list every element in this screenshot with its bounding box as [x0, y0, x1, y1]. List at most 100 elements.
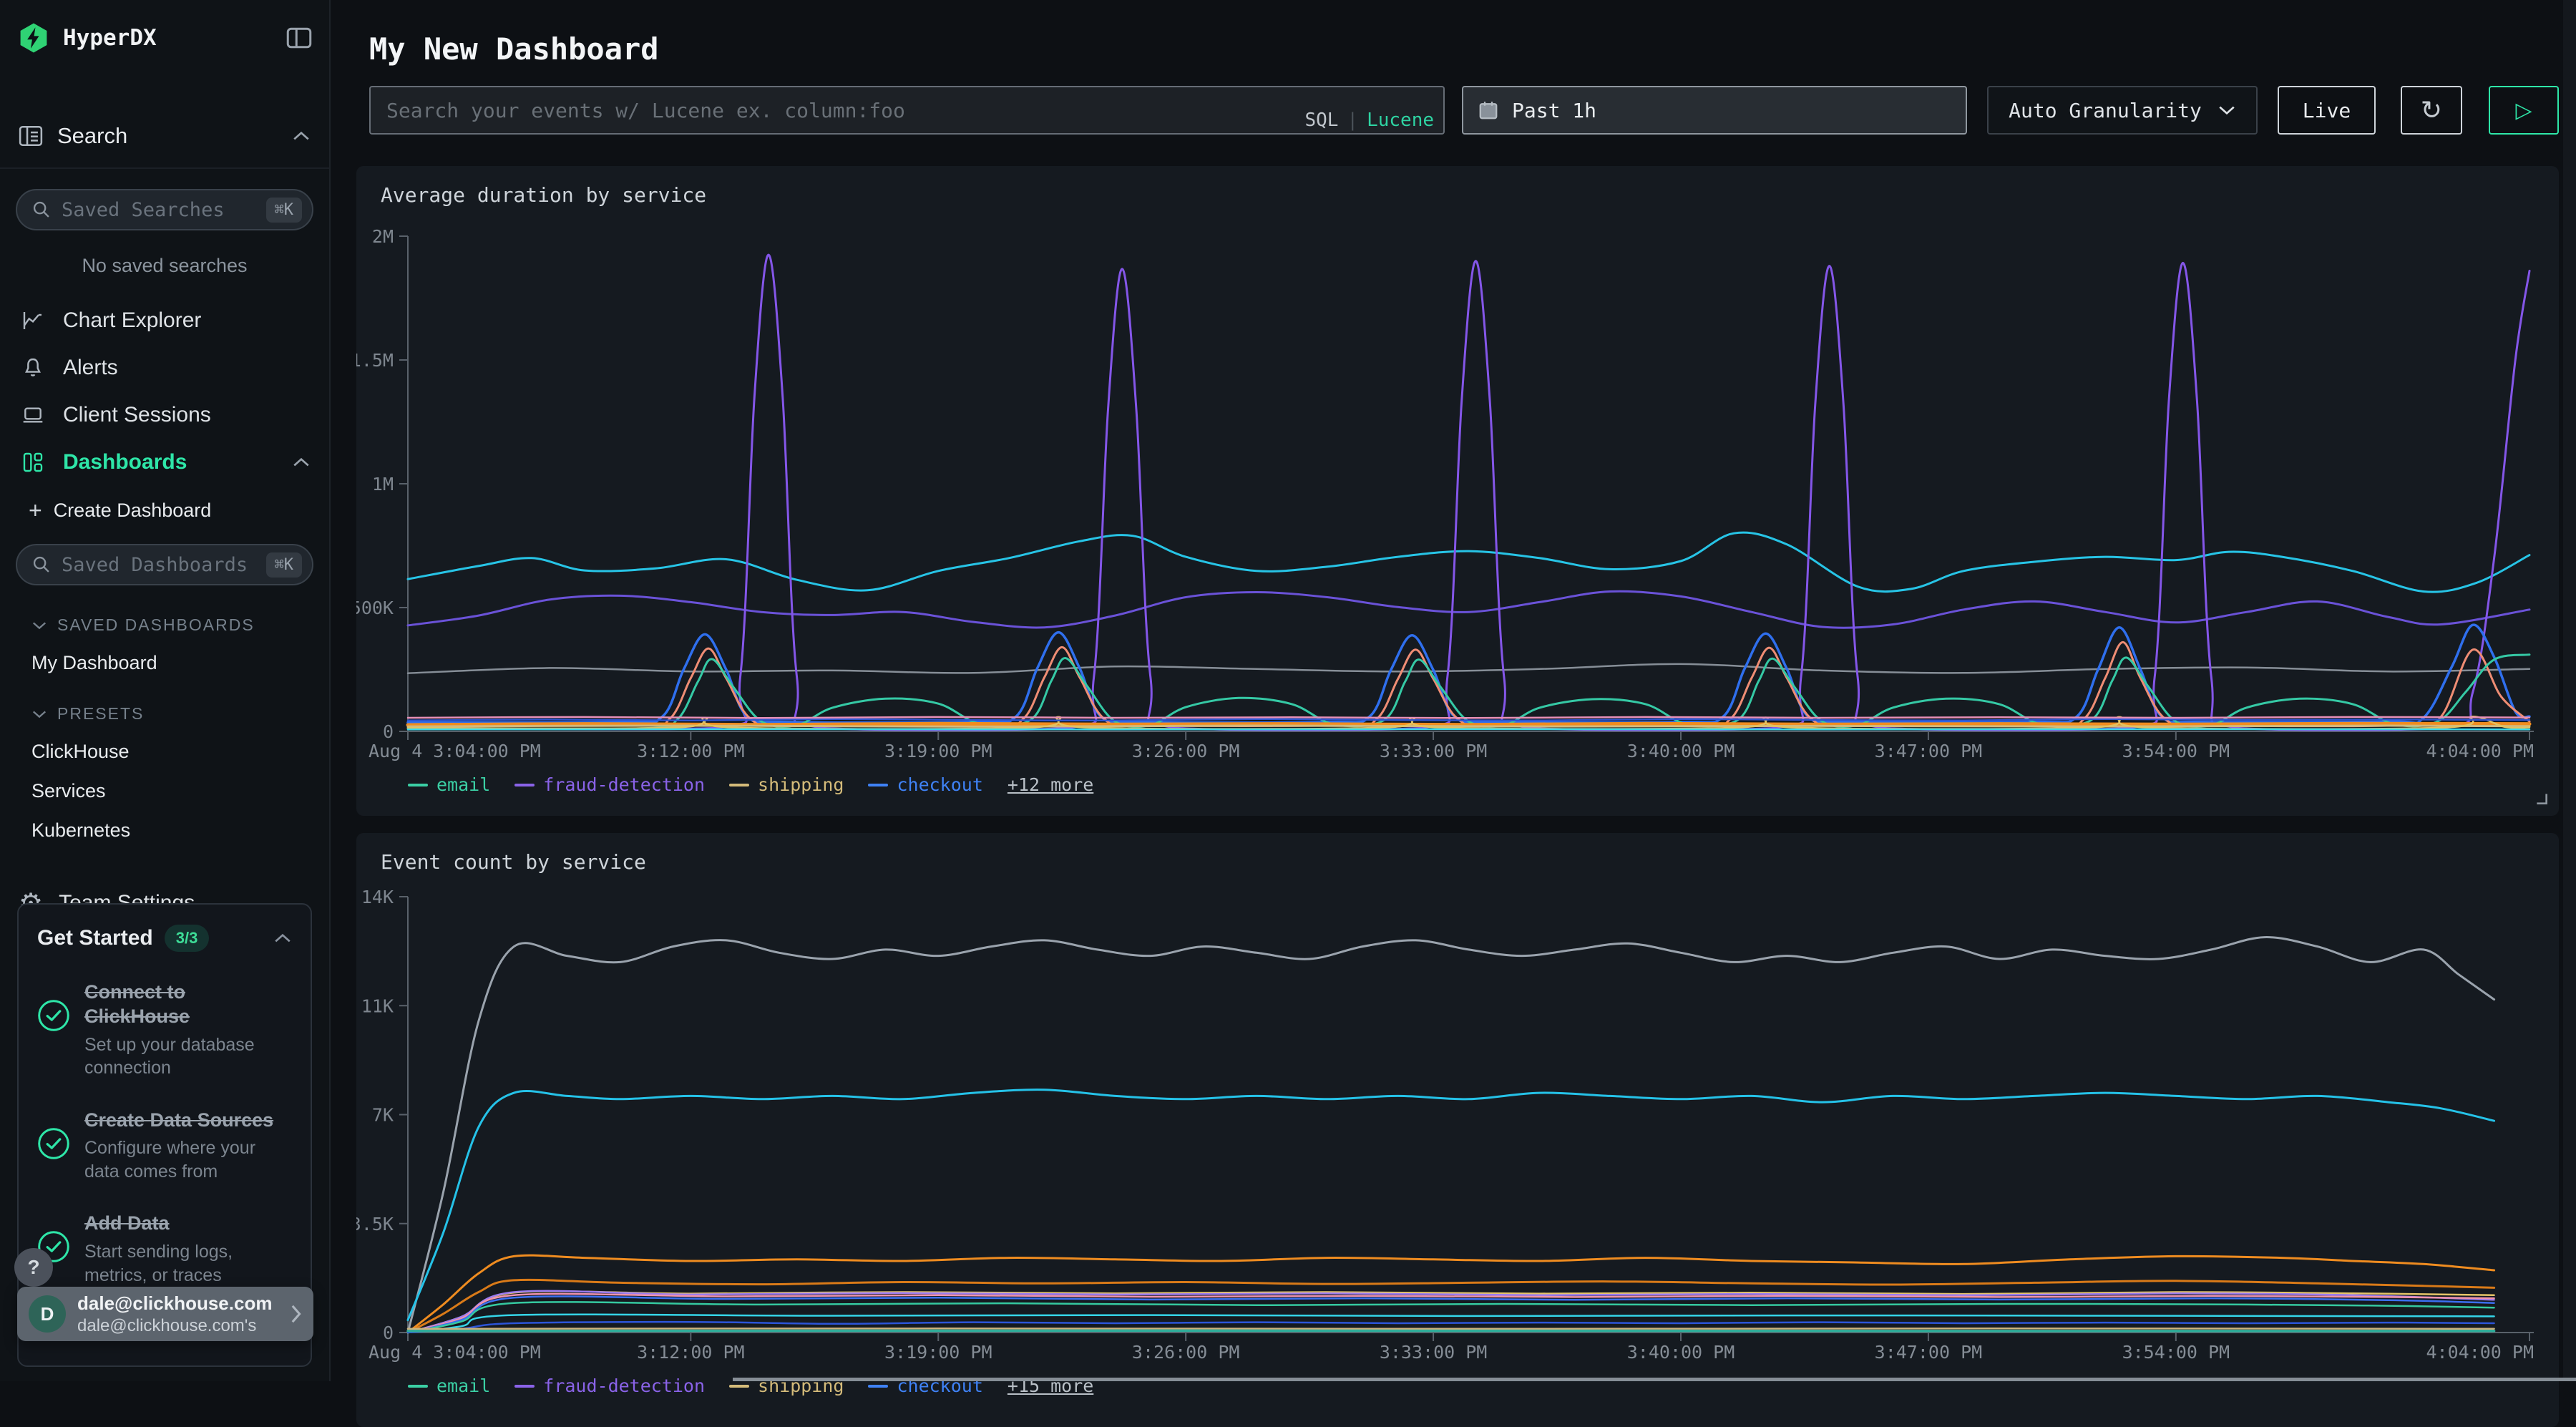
sidebar-item-chart-explorer[interactable]: Chart Explorer: [0, 297, 329, 344]
logo-row: HyperDX: [0, 0, 329, 54]
legend-item-email[interactable]: email: [408, 1375, 490, 1396]
hyperdx-logo-icon: [17, 21, 50, 54]
time-range-picker[interactable]: Past 1h: [1462, 86, 1967, 135]
user-menu[interactable]: D dale@clickhouse.com dale@clickhouse.co…: [17, 1287, 313, 1341]
legend-label: shipping: [758, 774, 844, 795]
x-tick-label: 3:47:00 PM: [1875, 1342, 1983, 1363]
play-icon: ▷: [2515, 98, 2532, 123]
chart-legend: email fraud-detection shipping checkout +12…: [408, 774, 1093, 795]
run-query-button[interactable]: ▷: [2489, 86, 2559, 135]
y-tick-label: 11K: [361, 995, 394, 1016]
y-tick-label: 3.5K: [356, 1214, 394, 1234]
legend-item-email[interactable]: email: [408, 774, 490, 795]
chart-plot[interactable]: 14K11K7K3.5K0Aug 4 3:04:00 PM3:12:00 PM3…: [356, 833, 2559, 1427]
legend-more-link[interactable]: +12 more: [1008, 774, 1093, 795]
series-gray-total: [408, 937, 2494, 1333]
granularity-select[interactable]: Auto Granularity: [1987, 86, 2258, 135]
legend-label: checkout: [897, 774, 982, 795]
app-title: HyperDX: [63, 25, 273, 51]
x-tick-label: 3:47:00 PM: [1875, 741, 1983, 761]
sidebar-item-dashboards[interactable]: Dashboards: [0, 439, 329, 486]
series-tan: [408, 1328, 2494, 1329]
series-blue2: [408, 719, 2529, 721]
saved-searches-placeholder: Saved Searches: [62, 199, 256, 221]
sidebar-item-alerts[interactable]: Alerts: [0, 344, 329, 391]
group-saved-dashboards[interactable]: SAVED DASHBOARDS: [31, 615, 329, 635]
get-started-step-sources[interactable]: Create Data Sources Configure where your…: [37, 1109, 292, 1184]
legend-label: email: [436, 774, 490, 795]
step-desc: Start sending logs, metrics, or traces: [84, 1240, 292, 1287]
step-title: Connect to ClickHouse: [84, 980, 292, 1029]
step-title: Create Data Sources: [84, 1109, 292, 1133]
main-content: My New Dashboard SQL | Lucene Past 1h Au…: [332, 0, 2576, 1381]
bell-icon: [19, 356, 47, 379]
y-tick-label: 1M: [372, 474, 394, 495]
sidebar-item-label: Chart Explorer: [63, 308, 311, 333]
chart-panel-event-count: Event count by service 14K11K7K3.5K0Aug …: [356, 833, 2559, 1427]
user-email: dale@clickhouse.com: [77, 1292, 278, 1315]
plus-icon: +: [29, 497, 42, 524]
panel-resize-handle[interactable]: [2534, 792, 2549, 806]
legend-item-fraud-detection[interactable]: fraud-detection: [514, 1375, 705, 1396]
sidebar-item-kubernetes[interactable]: Kubernetes: [31, 819, 329, 842]
vertical-scrollbar-track[interactable]: [2563, 0, 2576, 1381]
get-started-step-connect[interactable]: Connect to ClickHouse Set up your databa…: [37, 980, 292, 1080]
sidebar-item-my-dashboard[interactable]: My Dashboard: [31, 652, 329, 674]
sidebar-item-label: Dashboards: [63, 450, 276, 474]
legend-swatch: [729, 1385, 749, 1388]
step-title: Add Data: [84, 1212, 292, 1236]
sidebar-item-services[interactable]: Services: [31, 780, 329, 802]
legend-swatch: [408, 1385, 428, 1388]
sidebar-item-label: Alerts: [63, 356, 311, 380]
legend-label: fraud-detection: [543, 774, 705, 795]
chevron-up-icon[interactable]: [292, 457, 311, 468]
y-tick-label: 500K: [356, 598, 394, 618]
legend-item-checkout[interactable]: checkout: [868, 774, 982, 795]
saved-dashboards-input[interactable]: Saved Dashboards ⌘K: [16, 544, 313, 585]
sidebar-item-clickhouse[interactable]: ClickHouse: [31, 741, 329, 763]
legend-item-fraud-detection[interactable]: fraud-detection: [514, 774, 705, 795]
refresh-button[interactable]: ↻: [2401, 86, 2462, 135]
group-presets[interactable]: PRESETS: [31, 704, 329, 724]
series-cyan: [408, 1090, 2494, 1320]
search-section-icon: [19, 125, 43, 147]
sidebar: HyperDX Search Saved Searches ⌘K No save…: [0, 0, 331, 1381]
sidebar-item-search[interactable]: Search: [0, 115, 329, 157]
x-tick-label: 3:33:00 PM: [1380, 741, 1488, 761]
horizontal-scrollbar[interactable]: [733, 1378, 2576, 1381]
step-desc: Set up your database connection: [84, 1033, 292, 1080]
saved-searches-input[interactable]: Saved Searches ⌘K: [16, 189, 313, 230]
chevron-up-icon[interactable]: [292, 130, 311, 142]
x-tick-label: 3:12:00 PM: [637, 1342, 745, 1363]
sidebar-item-label: Client Sessions: [63, 403, 311, 427]
chevron-down-icon: [31, 709, 47, 719]
sql-toggle[interactable]: SQL: [1304, 109, 1338, 131]
shortcut-badge: ⌘K: [266, 198, 303, 223]
sidebar-divider: [0, 167, 329, 169]
search-icon: [31, 555, 52, 575]
chevron-up-icon[interactable]: [273, 932, 292, 944]
group-label: PRESETS: [57, 704, 144, 724]
chart-panel-avg-duration: Average duration by service 2M1.5M1M500K…: [356, 166, 2559, 816]
x-tick-label: 3:40:00 PM: [1627, 1342, 1735, 1363]
chevron-down-icon: [31, 620, 47, 630]
help-button[interactable]: ?: [14, 1248, 53, 1287]
y-tick-label: 0: [383, 1323, 394, 1343]
chart-explorer-icon: [19, 309, 47, 332]
live-button[interactable]: Live: [2278, 86, 2376, 135]
lucene-toggle[interactable]: Lucene: [1367, 109, 1434, 131]
get-started-step-add-data[interactable]: Add Data Start sending logs, metrics, or…: [37, 1212, 292, 1287]
refresh-icon: ↻: [2421, 96, 2442, 125]
legend-item-shipping[interactable]: shipping: [729, 774, 844, 795]
create-dashboard-button[interactable]: + Create Dashboard: [29, 497, 329, 524]
legend-swatch: [868, 784, 888, 786]
sidebar-item-label: Search: [57, 123, 278, 149]
chart-plot[interactable]: 2M1.5M1M500K0Aug 4 3:04:00 PM3:12:00 PM3…: [356, 166, 2559, 816]
granularity-value: Auto Granularity: [2009, 99, 2202, 122]
sidebar-item-client-sessions[interactable]: Client Sessions: [0, 391, 329, 439]
sidebar-collapse-icon[interactable]: [286, 27, 312, 49]
get-started-progress-badge: 3/3: [165, 925, 210, 952]
group-label: SAVED DASHBOARDS: [57, 615, 255, 635]
user-org: dale@clickhouse.com's: [77, 1316, 278, 1336]
check-circle-icon: [37, 1109, 72, 1184]
